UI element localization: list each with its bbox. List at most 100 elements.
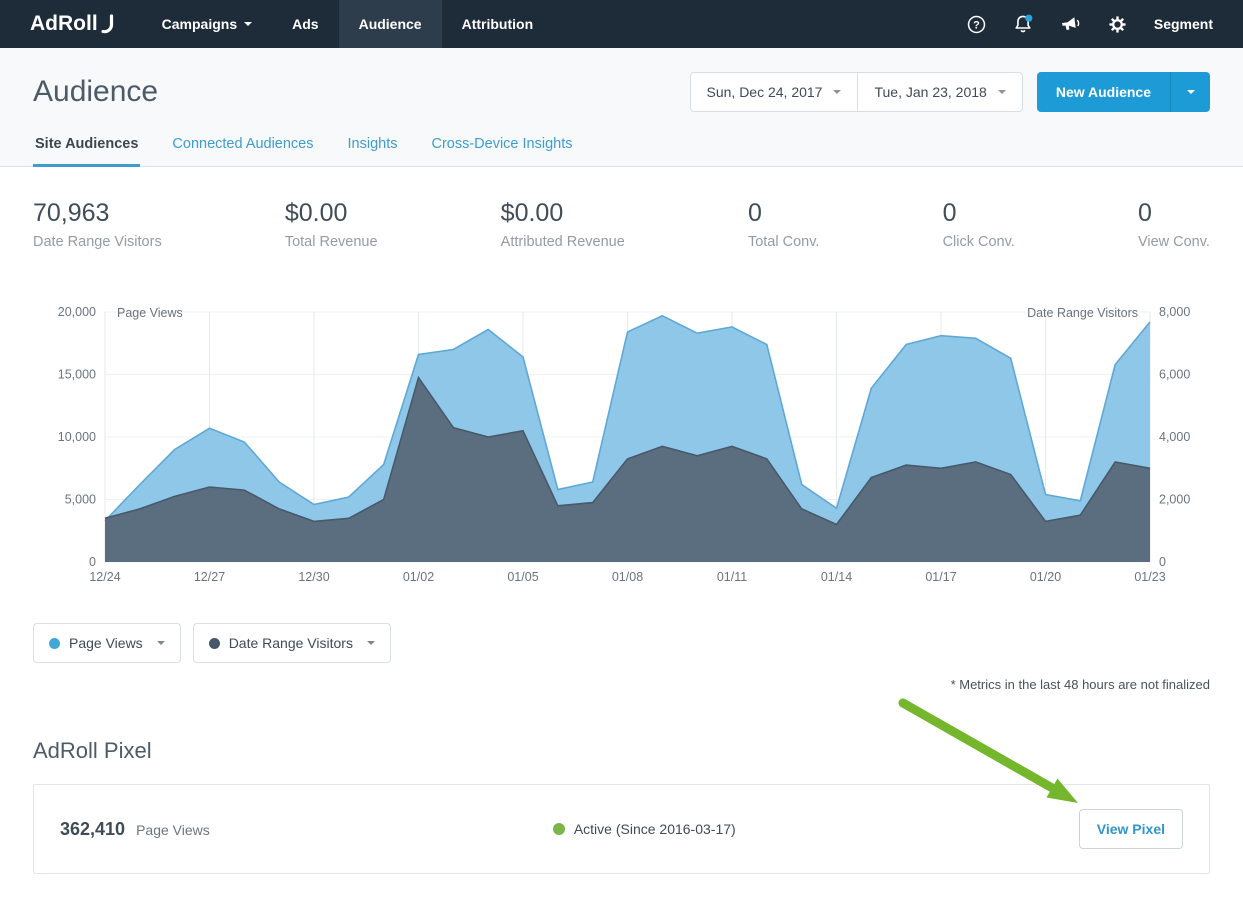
nav-segment[interactable]: Segment — [1154, 16, 1213, 32]
nav-item-attribution[interactable]: Attribution — [442, 0, 554, 48]
caret-down-icon — [244, 22, 252, 26]
svg-text:20,000: 20,000 — [58, 305, 96, 319]
logo-text: AdRoll — [30, 12, 98, 36]
stat-value: 70,963 — [33, 199, 162, 228]
megaphone-icon[interactable] — [1060, 15, 1081, 34]
new-audience-split-button: New Audience — [1037, 72, 1210, 112]
svg-text:?: ? — [973, 19, 980, 31]
svg-text:12/24: 12/24 — [89, 570, 120, 584]
stat-view-conv: 0 View Conv. — [1138, 199, 1210, 250]
tab-site-audiences[interactable]: Site Audiences — [33, 130, 140, 167]
audience-hero: Audience Sun, Dec 24, 2017 Tue, Jan 23, … — [0, 48, 1243, 167]
adroll-logo[interactable]: AdRoll — [0, 0, 142, 48]
caret-down-icon — [1187, 90, 1195, 94]
logo-swoosh-icon — [101, 14, 114, 34]
start-date-picker[interactable]: Sun, Dec 24, 2017 — [691, 73, 859, 111]
svg-text:01/11: 01/11 — [717, 570, 747, 584]
new-audience-dropdown-button[interactable] — [1170, 72, 1210, 112]
stat-date-range-visitors: 70,963 Date Range Visitors — [33, 199, 162, 250]
stat-label: View Conv. — [1138, 234, 1210, 250]
date-range-picker: Sun, Dec 24, 2017 Tue, Jan 23, 2018 — [690, 72, 1023, 112]
primary-nav: Campaigns Ads Audience Attribution — [142, 0, 553, 48]
svg-text:5,000: 5,000 — [65, 493, 96, 507]
stat-total-revenue: $0.00 Total Revenue — [285, 199, 378, 250]
stat-total-conv: 0 Total Conv. — [748, 199, 819, 250]
stat-label: Click Conv. — [943, 234, 1015, 250]
legend-label: Date Range Visitors — [229, 635, 353, 651]
page-title: Audience — [33, 75, 158, 109]
svg-text:01/17: 01/17 — [925, 570, 956, 584]
svg-text:0: 0 — [1159, 555, 1166, 569]
header-controls: Sun, Dec 24, 2017 Tue, Jan 23, 2018 New … — [690, 72, 1211, 112]
trend-chart: 12/24 12/27 12/30 01/02 01/05 01/08 01/11 01/14… — [0, 294, 1243, 599]
svg-text:12/30: 12/30 — [298, 570, 329, 584]
tab-connected-audiences[interactable]: Connected Audiences — [170, 130, 315, 167]
status-dot — [553, 823, 565, 835]
end-date-picker[interactable]: Tue, Jan 23, 2018 — [858, 73, 1021, 111]
legend-date-range-visitors-button[interactable]: Date Range Visitors — [193, 623, 391, 663]
nav-label: Ads — [292, 16, 318, 32]
svg-text:01/05: 01/05 — [507, 570, 538, 584]
page-views-dot — [49, 638, 60, 649]
svg-text:2,000: 2,000 — [1159, 493, 1190, 507]
nav-item-ads[interactable]: Ads — [272, 0, 338, 48]
start-date-value: Sun, Dec 24, 2017 — [707, 84, 823, 100]
svg-text:Page Views: Page Views — [117, 306, 183, 320]
stat-value: 0 — [748, 199, 819, 228]
notification-dot — [1025, 15, 1032, 22]
stat-label: Date Range Visitors — [33, 234, 162, 250]
svg-text:01/20: 01/20 — [1030, 570, 1061, 584]
pixel-page-views: 362,410 Page Views — [60, 819, 210, 840]
tab-insights[interactable]: Insights — [346, 130, 400, 167]
view-pixel-button[interactable]: View Pixel — [1079, 809, 1183, 849]
adroll-pixel-section: AdRoll Pixel 362,410 Page Views Active (… — [0, 738, 1243, 874]
chart-legend: Page Views Date Range Visitors — [0, 623, 1243, 663]
new-audience-button[interactable]: New Audience — [1037, 72, 1170, 112]
svg-text:12/27: 12/27 — [194, 570, 225, 584]
stat-click-conv: 0 Click Conv. — [943, 199, 1015, 250]
navbar-right: ? — [967, 0, 1243, 48]
svg-text:Date Range Visitors: Date Range Visitors — [1027, 306, 1138, 320]
stat-label: Attributed Revenue — [501, 234, 625, 250]
notifications-bell-icon[interactable] — [1013, 14, 1033, 34]
stats-row: 70,963 Date Range Visitors $0.00 Total R… — [0, 167, 1243, 250]
svg-text:01/02: 01/02 — [403, 570, 434, 584]
caret-down-icon — [157, 641, 165, 645]
stat-value: 0 — [1138, 199, 1210, 228]
stat-label: Total Conv. — [748, 234, 819, 250]
stat-value: $0.00 — [285, 199, 378, 228]
tab-cross-device-insights[interactable]: Cross-Device Insights — [429, 130, 574, 167]
svg-text:0: 0 — [89, 555, 96, 569]
nav-item-campaigns[interactable]: Campaigns — [142, 0, 272, 48]
stat-value: 0 — [943, 199, 1015, 228]
caret-down-icon — [367, 641, 375, 645]
svg-text:8,000: 8,000 — [1159, 305, 1190, 319]
nav-label: Audience — [359, 16, 422, 32]
nav-label: Campaigns — [162, 16, 237, 32]
svg-text:6,000: 6,000 — [1159, 368, 1190, 382]
stat-attributed-revenue: $0.00 Attributed Revenue — [501, 199, 625, 250]
svg-text:15,000: 15,000 — [58, 368, 96, 382]
end-date-value: Tue, Jan 23, 2018 — [874, 84, 986, 100]
svg-text:10,000: 10,000 — [58, 430, 96, 444]
legend-label: Page Views — [69, 635, 143, 651]
svg-text:4,000: 4,000 — [1159, 430, 1190, 444]
nav-item-audience[interactable]: Audience — [339, 0, 442, 48]
pixel-status-text: Active (Since 2016-03-17) — [574, 821, 736, 837]
svg-text:01/08: 01/08 — [612, 570, 643, 584]
caret-down-icon — [998, 90, 1006, 94]
top-navbar: AdRoll Campaigns Ads Audience Attributio… — [0, 0, 1243, 48]
help-icon[interactable]: ? — [967, 15, 986, 34]
pixel-page-views-value: 362,410 — [60, 819, 125, 840]
metrics-footnote: * Metrics in the last 48 hours are not f… — [0, 677, 1243, 692]
audience-tabs: Site Audiences Connected Audiences Insig… — [0, 130, 1243, 167]
settings-gear-icon[interactable] — [1108, 15, 1127, 34]
svg-text:01/14: 01/14 — [821, 570, 852, 584]
caret-down-icon — [833, 90, 841, 94]
stat-label: Total Revenue — [285, 234, 378, 250]
legend-page-views-button[interactable]: Page Views — [33, 623, 181, 663]
visitors-dot — [209, 638, 220, 649]
svg-text:01/23: 01/23 — [1134, 570, 1165, 584]
pixel-page-views-label: Page Views — [136, 822, 210, 838]
pixel-card: 362,410 Page Views Active (Since 2016-03… — [33, 784, 1210, 874]
